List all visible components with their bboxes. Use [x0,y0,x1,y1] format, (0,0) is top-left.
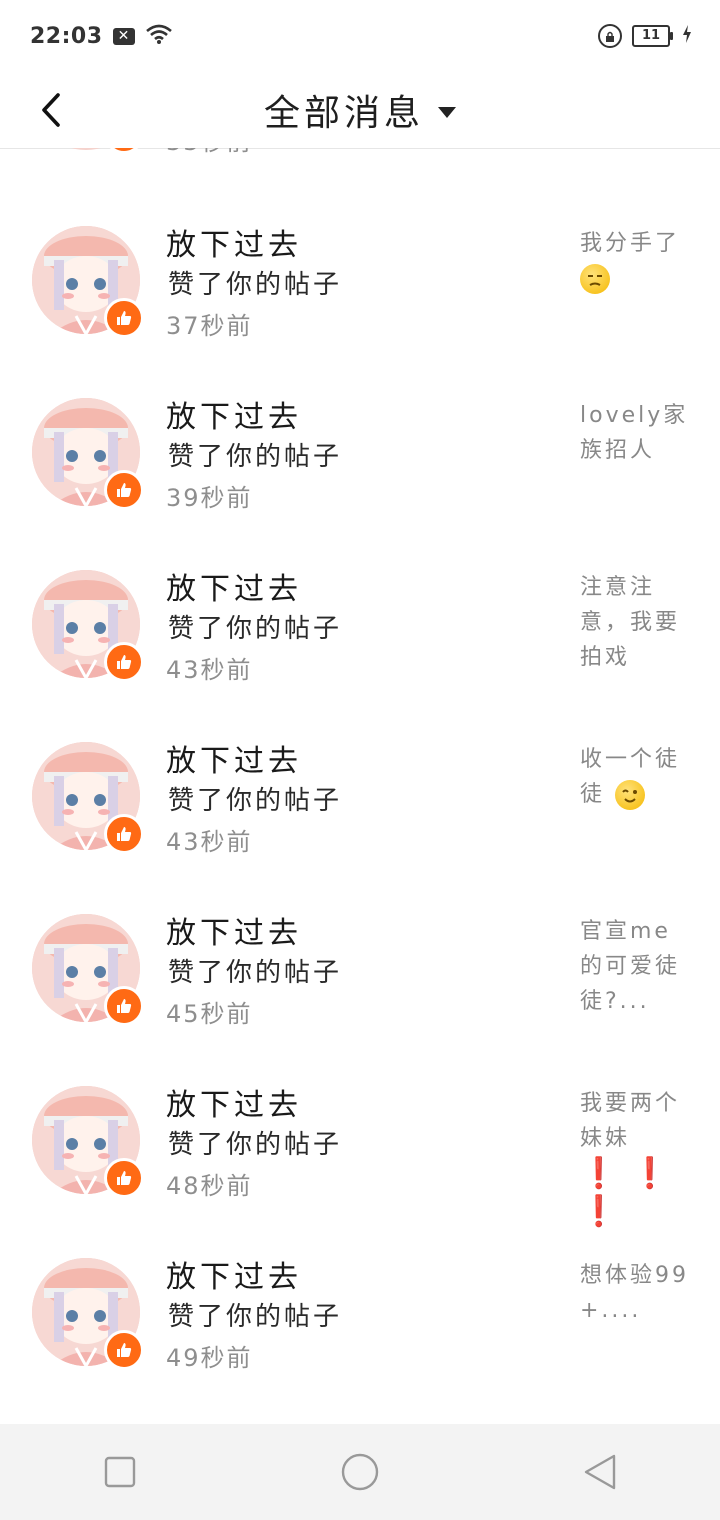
post-preview[interactable]: 我分手了 [580,226,692,296]
thumbs-up-icon [117,827,132,841]
like-badge [104,298,144,338]
triangle-back-icon [584,1454,616,1490]
page-title: 全部消息 [263,93,424,134]
list-item[interactable]: 放下过去 赞了你的帖子 49秒前 想体验99+.... [0,1258,720,1424]
charging-icon [682,25,692,47]
status-left: 22:03 ✕ [30,23,173,49]
status-time: 22:03 [30,23,103,49]
list-item[interactable]: 放下过去 赞了你的帖子 43秒前 注意注意，我要拍戏 [0,570,720,742]
user-name[interactable]: 放下过去 [166,220,302,264]
status-bar: 22:03 ✕ 11 [0,0,720,72]
post-preview[interactable]: 官宣me的可爱徒徒?... [580,914,692,1019]
user-name[interactable]: 放下过去 [166,392,302,436]
message-filter-dropdown[interactable]: 全部消息 [0,72,720,148]
post-preview[interactable]: lovely家族招人 [580,398,692,468]
rotation-lock-icon [598,24,622,48]
thumbs-up-icon [117,999,132,1013]
square-icon [104,1456,136,1488]
item-action: 赞了你的帖子 [168,1130,343,1160]
list-item[interactable]: 放下过去 赞了你的帖子 43秒前 收一个徒徒 [0,742,720,914]
like-badge [104,814,144,854]
item-time: 43秒前 [166,828,253,856]
wifi-icon [145,23,173,49]
like-badge [104,470,144,510]
x-box-icon: ✕ [112,27,135,45]
item-action: 赞了你的帖子 [168,958,343,988]
item-action: 赞了你的帖子 [168,614,343,644]
list-item-partial[interactable]: 33秒前 [0,148,720,214]
thumbs-up-icon [117,1343,132,1357]
item-action: 赞了你的帖子 [168,270,343,300]
item-time: 37秒前 [166,312,253,340]
battery-icon: 11 [632,25,673,47]
thumbs-up-icon [117,483,132,497]
item-time: 39秒前 [166,484,253,512]
list-item[interactable]: 放下过去 赞了你的帖子 48秒前 我要两个妹妹 ❗❗❗ [0,1086,720,1258]
like-badge [104,986,144,1026]
message-list[interactable]: 33秒前 放下过去 赞了你的帖子 37秒前 [0,148,720,1424]
item-action: 赞了你的帖子 [168,786,343,816]
list-item[interactable]: 放下过去 赞了你的帖子 37秒前 我分手了 [0,226,720,398]
item-time: 45秒前 [166,1000,253,1028]
post-preview[interactable]: 我要两个妹妹 ❗❗❗ [580,1086,692,1232]
user-name[interactable]: 放下过去 [166,736,302,780]
like-badge [104,1158,144,1198]
user-name[interactable]: 放下过去 [166,908,302,952]
user-name[interactable]: 放下过去 [166,564,302,608]
thumbs-up-icon [117,311,132,325]
recent-apps-button[interactable] [75,1432,165,1512]
like-badge [104,148,144,154]
unamused-face-icon [580,264,610,294]
post-preview[interactable]: 想体验99+.... [580,1258,692,1328]
item-time: 33秒前 [166,148,253,157]
exclamation-marks: ❗❗❗ [580,1156,683,1229]
status-right: 11 [598,24,692,48]
system-back-button[interactable] [555,1432,645,1512]
item-time: 49秒前 [166,1344,253,1372]
post-preview-text: 我要两个妹妹 [580,1091,681,1151]
list-item[interactable]: 放下过去 赞了你的帖子 45秒前 官宣me的可爱徒徒?... [0,914,720,1086]
list-item[interactable]: 放下过去 赞了你的帖子 39秒前 lovely家族招人 [0,398,720,570]
like-badge [104,1330,144,1370]
post-preview[interactable]: 注意注意，我要拍戏 [580,570,692,675]
thumbs-up-icon [117,1171,132,1185]
system-navigation-bar [0,1424,720,1520]
thumbs-up-icon [117,655,132,669]
post-preview[interactable]: 收一个徒徒 [580,742,692,812]
user-name[interactable]: 放下过去 [166,1252,302,1296]
item-time: 48秒前 [166,1172,253,1200]
top-app-bar: 全部消息 [0,72,720,149]
winking-face-icon [615,780,646,810]
caret-down-icon [438,106,456,118]
item-action: 赞了你的帖子 [168,442,343,472]
user-name[interactable]: 放下过去 [166,1080,302,1124]
post-preview-text: 我分手了 [580,231,681,256]
home-button[interactable] [315,1432,405,1512]
circle-icon [341,1453,379,1491]
item-time: 43秒前 [166,656,253,684]
like-badge [104,642,144,682]
item-action: 赞了你的帖子 [168,1302,343,1332]
